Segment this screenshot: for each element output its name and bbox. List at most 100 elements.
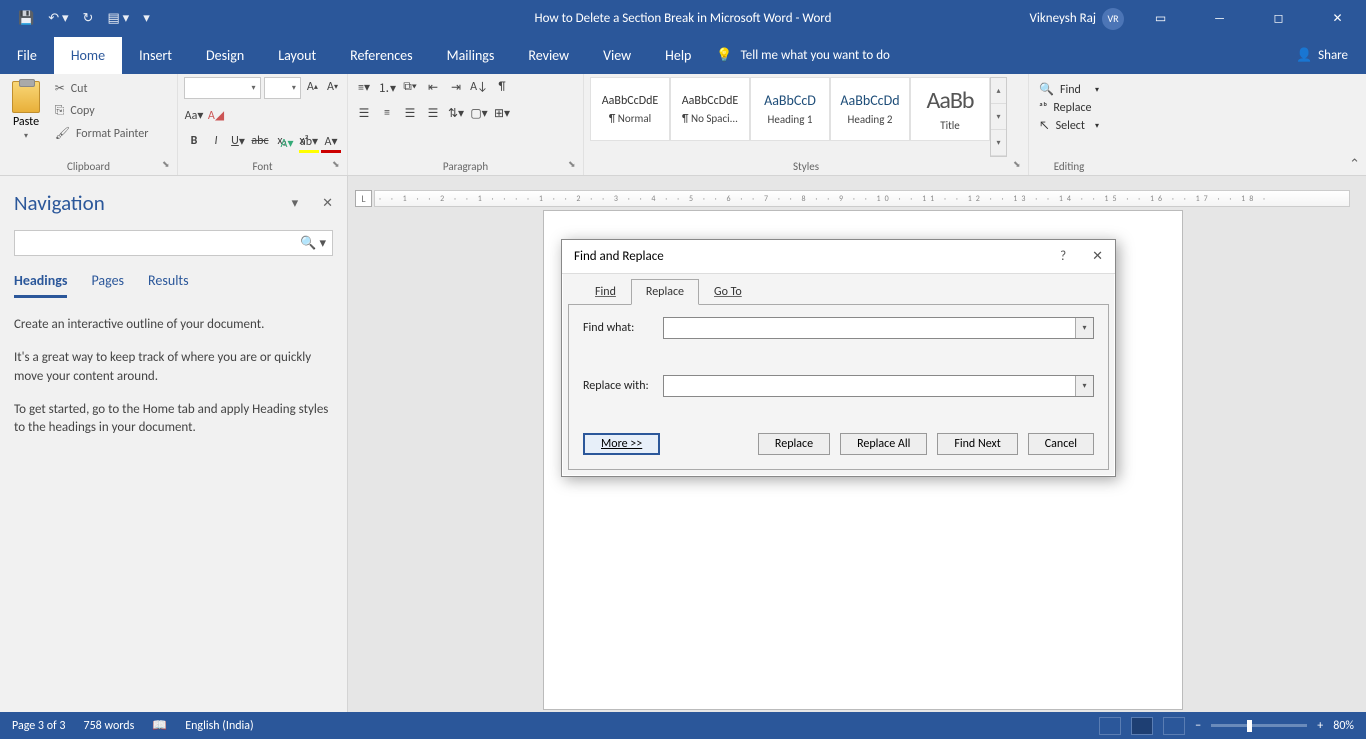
align-center-button[interactable]: ≡: [377, 103, 397, 123]
replace-button[interactable]: ᵃᵇReplace: [1035, 99, 1103, 117]
qat-customize-icon[interactable]: ▾: [143, 11, 150, 26]
qat-more-icon[interactable]: ▤ ▾: [107, 11, 129, 26]
style-normal[interactable]: AaBbCcDdE¶ Normal: [590, 77, 670, 141]
shrink-font-button[interactable]: A▾: [324, 77, 341, 97]
zoom-out-button[interactable]: −: [1195, 719, 1201, 733]
font-name-combo[interactable]: ▾: [184, 77, 261, 99]
tab-help[interactable]: Help: [648, 37, 708, 74]
decrease-indent-button[interactable]: ⇤: [423, 77, 443, 97]
find-next-button[interactable]: Find Next: [937, 433, 1017, 455]
collapse-ribbon-button[interactable]: ⌃: [1349, 157, 1360, 172]
italic-button[interactable]: I: [206, 131, 226, 151]
format-painter-button[interactable]: 🖌Format Painter: [55, 126, 149, 141]
redo-icon[interactable]: ↻: [83, 11, 94, 26]
style-no-spacing[interactable]: AaBbCcDdE¶ No Spaci...: [670, 77, 750, 141]
save-icon[interactable]: 💾: [18, 11, 34, 26]
styles-scroll[interactable]: ▴▾▾: [990, 77, 1007, 157]
spellcheck-icon[interactable]: 📖: [152, 718, 167, 733]
styles-gallery[interactable]: AaBbCcDdE¶ Normal AaBbCcDdE¶ No Spaci...…: [590, 77, 990, 157]
tab-mailings[interactable]: Mailings: [430, 37, 512, 74]
scroll-up-icon[interactable]: ▴: [991, 78, 1006, 104]
bullets-button[interactable]: ≡▾: [354, 77, 374, 97]
dialog-tab-replace[interactable]: Replace: [631, 279, 699, 305]
zoom-slider[interactable]: [1211, 724, 1307, 727]
align-left-button[interactable]: ☰: [354, 103, 374, 123]
cancel-button[interactable]: Cancel: [1028, 433, 1094, 455]
zoom-in-button[interactable]: +: [1317, 719, 1323, 733]
line-spacing-button[interactable]: ⇅▾: [446, 103, 466, 123]
sort-button[interactable]: A↓: [469, 77, 489, 97]
paste-button[interactable]: Paste ▾: [6, 77, 46, 145]
maximize-button[interactable]: ◻: [1256, 4, 1301, 33]
nav-menu-button[interactable]: ▾: [292, 196, 299, 211]
nav-tab-pages[interactable]: Pages: [91, 272, 124, 298]
dialog-help-button[interactable]: ?: [1060, 249, 1066, 264]
replace-all-button[interactable]: Replace All: [840, 433, 927, 455]
style-heading-1[interactable]: AaBbCcDHeading 1: [750, 77, 830, 141]
ribbon-display-icon[interactable]: ▭: [1138, 4, 1183, 33]
font-size-combo[interactable]: ▾: [264, 77, 301, 99]
dialog-launcher-icon[interactable]: ⬊: [568, 159, 580, 171]
read-mode-button[interactable]: [1099, 717, 1121, 735]
strikethrough-button[interactable]: abc: [250, 131, 270, 151]
find-button[interactable]: 🔍Find▾: [1035, 80, 1103, 99]
minimize-button[interactable]: —: [1197, 4, 1242, 33]
show-marks-button[interactable]: ¶: [492, 77, 512, 97]
multilevel-button[interactable]: ⧉▾: [400, 77, 420, 97]
nav-close-button[interactable]: ✕: [322, 196, 333, 211]
shading-button[interactable]: ▢▾: [469, 103, 489, 123]
tab-design[interactable]: Design: [189, 37, 261, 74]
dialog-tab-find[interactable]: Find: [580, 279, 631, 305]
close-button[interactable]: ✕: [1315, 4, 1360, 33]
tab-layout[interactable]: Layout: [261, 37, 333, 74]
tab-home[interactable]: Home: [54, 37, 122, 74]
undo-icon[interactable]: ↶ ▾: [48, 11, 68, 26]
dialog-launcher-icon[interactable]: ⬊: [1013, 159, 1025, 171]
grow-font-button[interactable]: A▴: [304, 77, 321, 97]
tab-view[interactable]: View: [586, 37, 648, 74]
print-layout-button[interactable]: [1131, 717, 1153, 735]
tell-me-search[interactable]: 💡 Tell me what you want to do: [716, 37, 890, 74]
underline-button[interactable]: U▾: [228, 131, 248, 151]
share-button[interactable]: 👤 Share: [1278, 37, 1366, 74]
copy-button[interactable]: ⎘Copy: [55, 104, 149, 118]
tab-review[interactable]: Review: [511, 37, 586, 74]
dialog-close-button[interactable]: ✕: [1092, 249, 1103, 264]
tab-insert[interactable]: Insert: [122, 37, 189, 74]
scroll-down-icon[interactable]: ▾: [991, 104, 1006, 130]
navigation-search[interactable]: 🔍 ▾: [14, 230, 333, 256]
chevron-down-icon[interactable]: ▾: [1075, 318, 1093, 338]
numbering-button[interactable]: ⒈▾: [377, 77, 397, 97]
nav-tab-results[interactable]: Results: [148, 272, 189, 298]
user-account[interactable]: Vikneysh Raj VR: [1030, 8, 1125, 30]
highlight-button[interactable]: ab▾: [299, 133, 319, 153]
web-layout-button[interactable]: [1163, 717, 1185, 735]
tab-file[interactable]: File: [0, 37, 54, 74]
font-color-button[interactable]: A▾: [321, 133, 341, 153]
style-heading-2[interactable]: AaBbCcDdHeading 2: [830, 77, 910, 141]
dialog-tab-goto[interactable]: Go To: [699, 279, 757, 305]
page-count[interactable]: Page 3 of 3: [12, 719, 66, 733]
nav-tab-headings[interactable]: Headings: [14, 272, 67, 298]
borders-button[interactable]: ⊞▾: [492, 103, 512, 123]
zoom-level[interactable]: 80%: [1333, 719, 1354, 733]
language-status[interactable]: English (India): [185, 719, 253, 733]
increase-indent-button[interactable]: ⇥: [446, 77, 466, 97]
more-button[interactable]: More >>: [583, 433, 660, 455]
justify-button[interactable]: ☰: [423, 103, 443, 123]
replace-with-input[interactable]: ▾: [663, 375, 1094, 397]
select-button[interactable]: ↖Select▾: [1035, 117, 1103, 135]
align-right-button[interactable]: ☰: [400, 103, 420, 123]
text-effects-button[interactable]: A▾: [277, 133, 297, 153]
change-case-button[interactable]: Aa▾: [184, 105, 204, 125]
dialog-launcher-icon[interactable]: ⬊: [162, 159, 174, 171]
expand-gallery-icon[interactable]: ▾: [991, 130, 1006, 156]
clear-formatting-button[interactable]: A◢: [206, 105, 226, 125]
word-count[interactable]: 758 words: [84, 719, 135, 733]
chevron-down-icon[interactable]: ▾: [1075, 376, 1093, 396]
cut-button[interactable]: ✂Cut: [55, 81, 149, 96]
bold-button[interactable]: B: [184, 131, 204, 151]
dialog-launcher-icon[interactable]: ⬊: [332, 159, 344, 171]
find-what-input[interactable]: ▾: [663, 317, 1094, 339]
tab-references[interactable]: References: [333, 37, 429, 74]
